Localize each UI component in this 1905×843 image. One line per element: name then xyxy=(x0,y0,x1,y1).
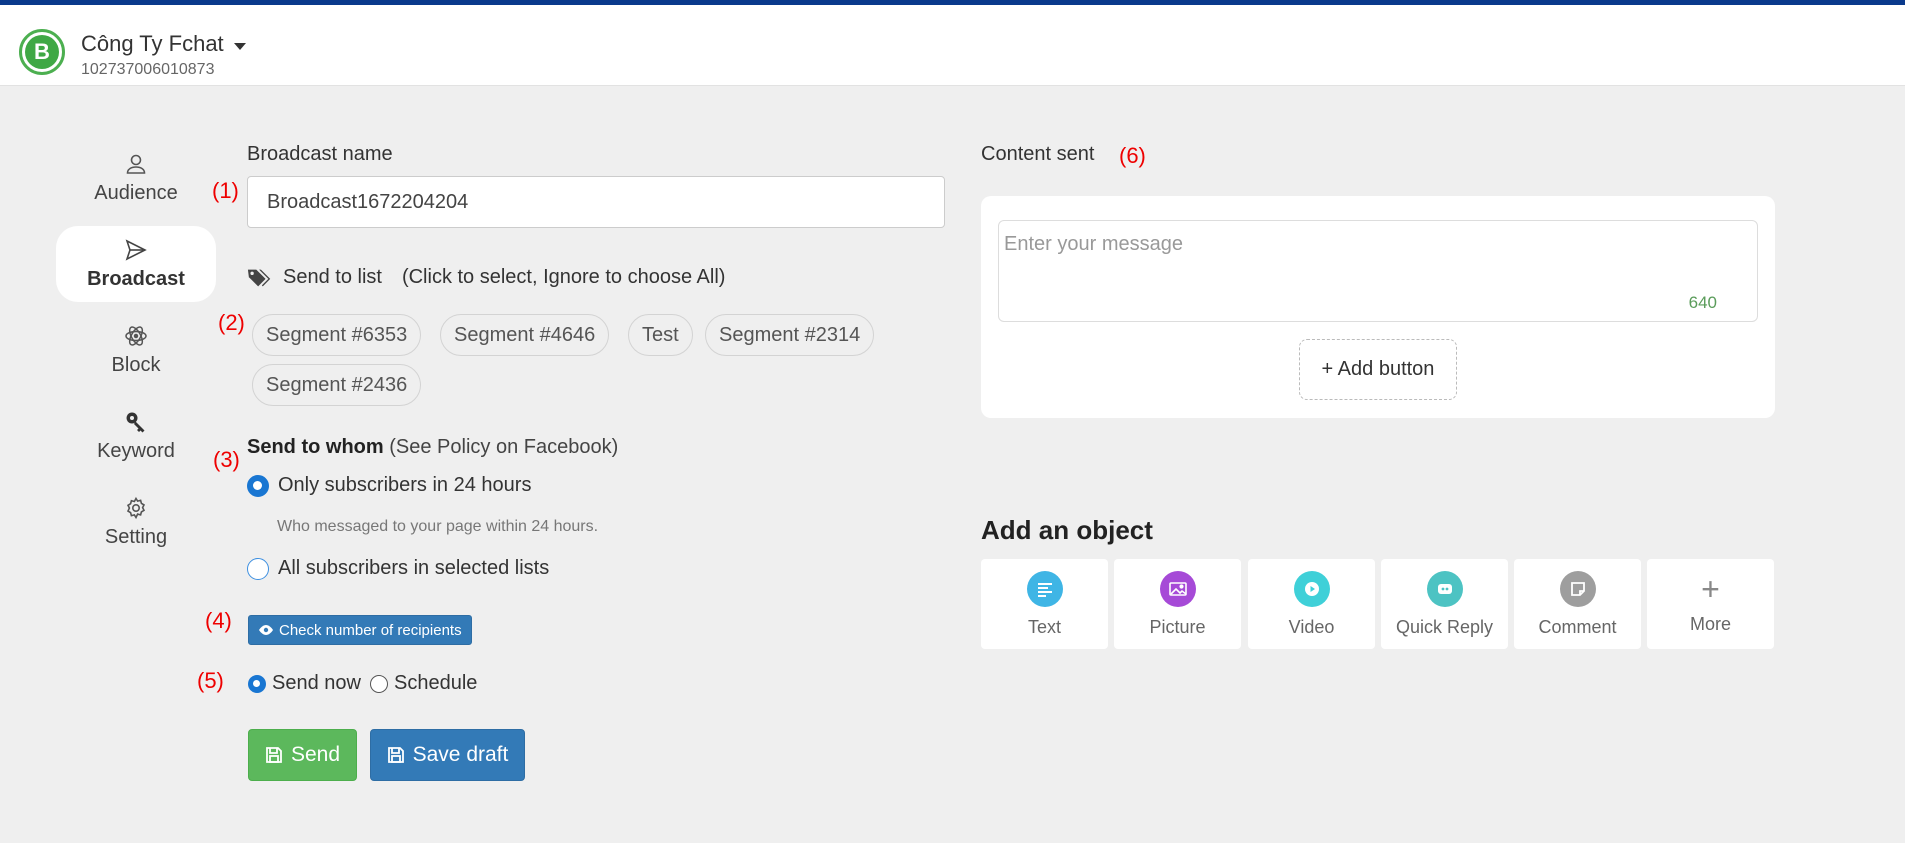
add-button[interactable]: + Add button xyxy=(1299,339,1457,400)
object-label: Text xyxy=(1027,616,1061,637)
send-to-list-row: Send to list (Click to select, Ignore to… xyxy=(247,266,725,289)
send-to-list-label: Send to list xyxy=(283,266,382,288)
object-picture[interactable]: Picture xyxy=(1114,559,1241,649)
radio-send-now[interactable] xyxy=(248,674,266,693)
schedule-option[interactable]: Schedule xyxy=(370,672,477,695)
check-recipients-button[interactable]: Check number of recipients xyxy=(248,615,472,645)
check-recipients-label: Check number of recipients xyxy=(279,621,462,639)
radio-24h[interactable] xyxy=(247,474,269,497)
option-24h-hint: Who messaged to your page within 24 hour… xyxy=(277,518,599,535)
sidebar-item-broadcast[interactable]: Broadcast xyxy=(56,226,216,302)
key-icon xyxy=(126,412,145,432)
sidebar-item-setting[interactable]: Setting xyxy=(56,484,216,560)
tags-icon xyxy=(247,269,271,286)
sidebar-item-block[interactable]: Block xyxy=(56,312,216,388)
send-to-whom-heading: Send to whom (See Policy on Facebook) xyxy=(247,436,618,459)
segment-chip[interactable]: Segment #2436 xyxy=(252,364,422,406)
sidebar-item-keyword[interactable]: Keyword xyxy=(56,398,216,474)
object-video[interactable]: Video xyxy=(1248,559,1375,649)
add-object-title: Add an object xyxy=(981,515,1153,545)
user-icon xyxy=(126,154,146,174)
send-button-label: Send xyxy=(290,743,341,766)
object-more[interactable]: + More xyxy=(1647,559,1774,649)
company-id: 102737006010873 xyxy=(81,61,215,78)
object-label: Quick Reply xyxy=(1395,616,1494,637)
annotation-2: (2) xyxy=(218,310,245,335)
option-24h[interactable]: Only subscribers in 24 hours xyxy=(247,474,531,497)
quick-reply-icon xyxy=(1426,570,1463,607)
top-bar: B Công Ty Fchat 102737006010873 xyxy=(0,0,1905,86)
radio-schedule[interactable] xyxy=(370,674,388,693)
sidebar-item-label: Audience xyxy=(94,181,178,204)
send-button[interactable]: Send xyxy=(248,729,357,781)
option-24h-label: Only subscribers in 24 hours xyxy=(278,474,532,496)
sidebar-nav: Audience Broadcast Block Keyword Setting xyxy=(56,140,216,570)
company-selector[interactable]: Công Ty Fchat xyxy=(81,31,246,57)
atom-icon xyxy=(125,325,147,346)
object-quick-reply[interactable]: Quick Reply xyxy=(1381,559,1508,649)
sidebar-item-audience[interactable]: Audience xyxy=(56,140,216,216)
logo-letter: B xyxy=(25,35,59,69)
save-draft-label: Save draft xyxy=(412,743,509,766)
object-label: Picture xyxy=(1149,616,1206,637)
option-all-label: All subscribers in selected lists xyxy=(278,557,550,579)
schedule-label: Schedule xyxy=(394,672,478,694)
eye-icon xyxy=(259,625,273,635)
object-label: More xyxy=(1689,613,1731,634)
comment-icon xyxy=(1559,570,1596,607)
send-icon xyxy=(125,238,147,261)
message-input[interactable]: Enter your message 640 xyxy=(998,220,1758,322)
send-now-option[interactable]: Send now xyxy=(248,672,361,695)
char-counter: 640 xyxy=(1688,293,1717,312)
object-label: Video xyxy=(1288,616,1335,637)
save-icon xyxy=(387,747,404,763)
annotation-4: (4) xyxy=(205,608,232,633)
radio-all[interactable] xyxy=(247,557,269,580)
text-icon xyxy=(1026,570,1063,607)
message-placeholder: Enter your message xyxy=(1004,233,1183,255)
sidebar-item-label: Setting xyxy=(104,525,168,548)
save-icon xyxy=(266,747,282,763)
object-text[interactable]: Text xyxy=(981,559,1108,649)
sidebar-item-label: Keyword xyxy=(97,439,175,462)
segment-chip[interactable]: Segment #4646 xyxy=(440,314,610,356)
send-now-label: Send now xyxy=(272,672,361,694)
option-all[interactable]: All subscribers in selected lists xyxy=(247,557,549,580)
annotation-6: (6) xyxy=(1119,143,1146,168)
segment-chip[interactable]: Segment #6353 xyxy=(252,314,422,356)
annotation-5: (5) xyxy=(197,668,224,693)
plus-icon: + xyxy=(1701,570,1720,607)
sidebar-item-label: Broadcast xyxy=(87,267,185,290)
content-card: Enter your message 640 + Add button xyxy=(981,196,1775,418)
company-name: Công Ty Fchat xyxy=(81,31,224,56)
picture-icon xyxy=(1159,570,1196,607)
sidebar-item-label: Block xyxy=(111,353,161,376)
caret-down-icon xyxy=(233,42,246,50)
save-draft-button[interactable]: Save draft xyxy=(370,729,525,781)
video-icon xyxy=(1293,570,1330,607)
object-label: Comment xyxy=(1538,616,1617,637)
annotation-3: (3) xyxy=(213,447,240,472)
gear-icon xyxy=(126,496,146,519)
broadcast-name-input[interactable] xyxy=(247,176,945,228)
broadcast-name-label: Broadcast name xyxy=(247,143,393,165)
send-to-whom-label: Send to whom xyxy=(247,436,384,458)
send-to-list-hint: (Click to select, Ignore to choose All) xyxy=(401,266,726,288)
segment-chip[interactable]: Segment #2314 xyxy=(705,314,875,356)
send-to-whom-hint: (See Policy on Facebook) xyxy=(389,436,619,458)
app-logo[interactable]: B xyxy=(19,29,65,75)
object-comment[interactable]: Comment xyxy=(1514,559,1641,649)
content-sent-label: Content sent xyxy=(981,143,1095,165)
annotation-1: (1) xyxy=(212,178,239,203)
segment-chip[interactable]: Test xyxy=(628,314,693,356)
